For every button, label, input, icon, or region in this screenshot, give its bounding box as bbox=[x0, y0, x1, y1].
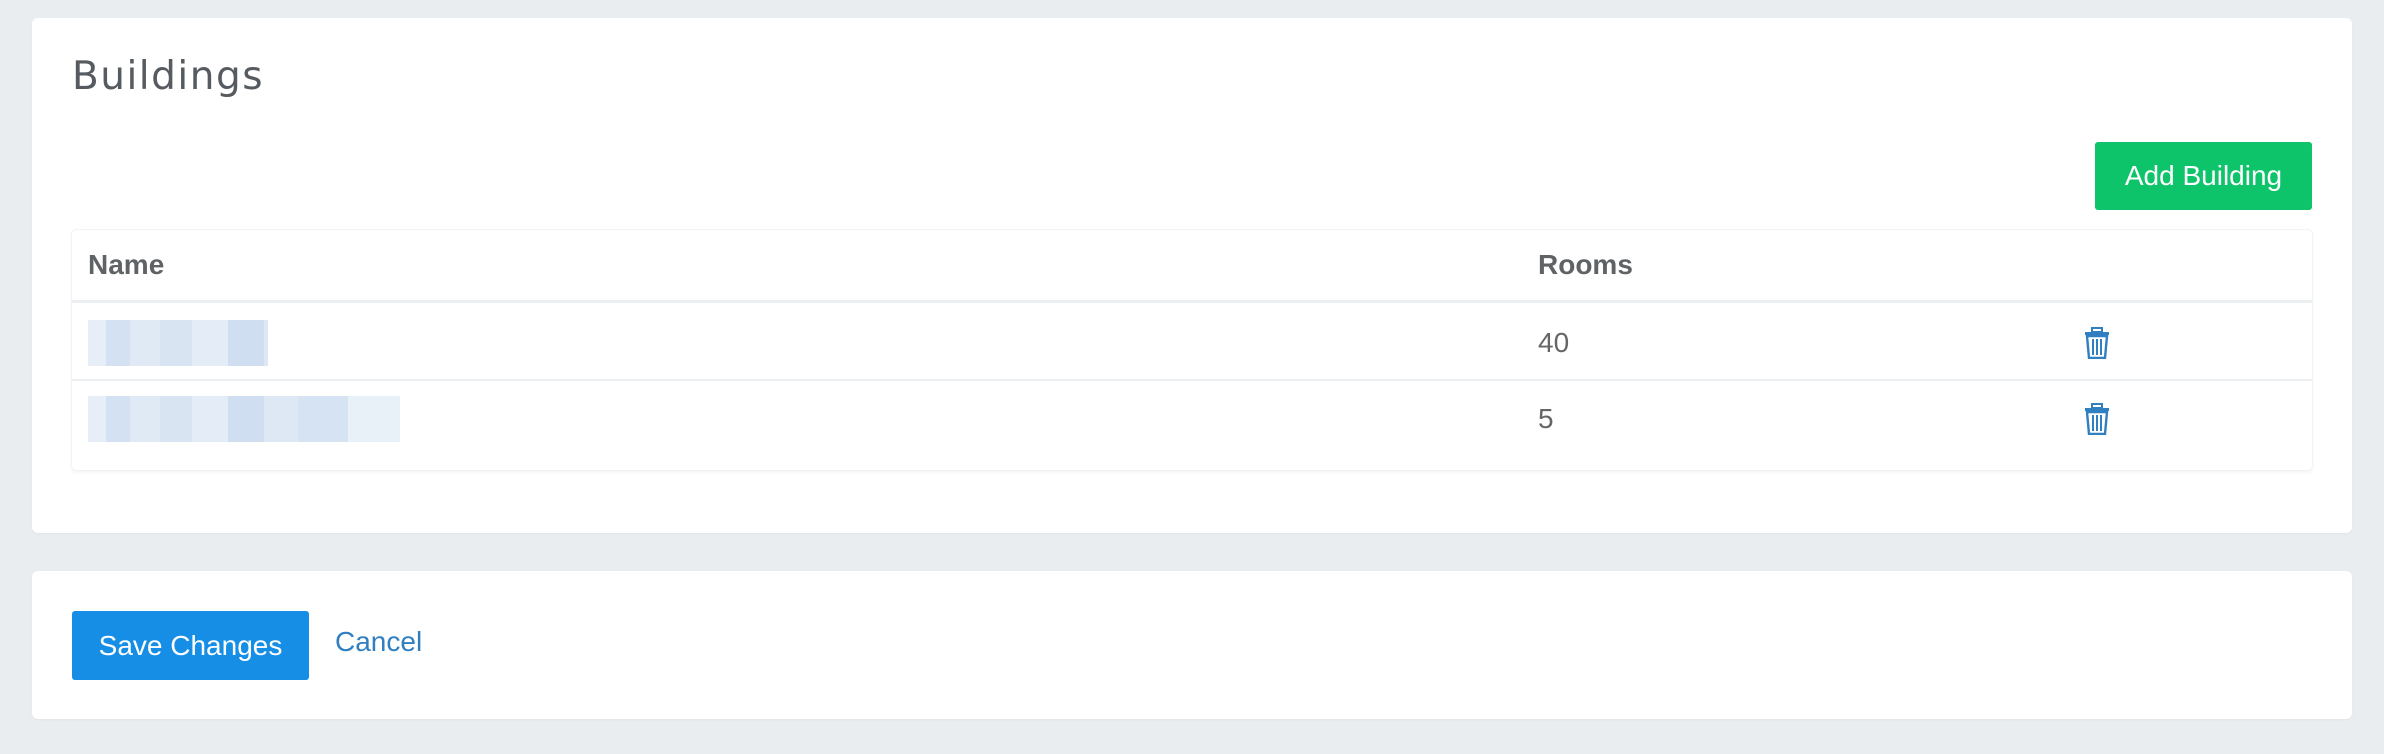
add-building-button[interactable]: Add Building bbox=[2095, 142, 2312, 210]
column-header-rooms: Rooms bbox=[1538, 249, 1633, 280]
redacted-building-name bbox=[88, 319, 268, 366]
rooms-count-cell: 40 bbox=[1538, 326, 1570, 358]
column-header-name: Name bbox=[88, 249, 165, 280]
cancel-link[interactable]: Cancel bbox=[335, 626, 422, 658]
table-row: 5 bbox=[72, 383, 2312, 455]
building-name-cell bbox=[88, 306, 268, 379]
page-title: Buildings bbox=[72, 54, 265, 99]
trash-icon[interactable] bbox=[2084, 326, 2110, 359]
buildings-table: Name Rooms 40 5 bbox=[72, 230, 2312, 470]
table-row: 40 bbox=[72, 306, 2312, 381]
buildings-panel: Buildings Add Building Name Rooms 40 5 bbox=[32, 18, 2352, 533]
save-changes-button[interactable]: Save Changes bbox=[72, 611, 309, 680]
trash-icon[interactable] bbox=[2084, 403, 2110, 435]
delete-action-cell bbox=[2084, 383, 2110, 455]
rooms-count-cell: 5 bbox=[1538, 403, 1554, 434]
redacted-building-name bbox=[88, 396, 400, 442]
table-header: Name Rooms bbox=[72, 230, 2312, 303]
building-name-cell bbox=[88, 383, 400, 455]
delete-action-cell bbox=[2084, 306, 2110, 379]
actions-panel: Save Changes Cancel bbox=[32, 571, 2352, 719]
